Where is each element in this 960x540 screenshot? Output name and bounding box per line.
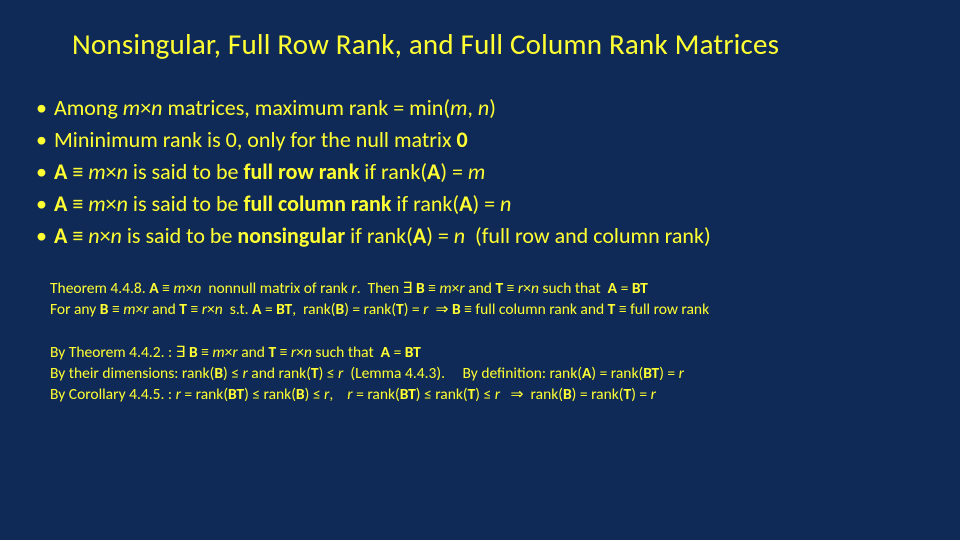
slide: Nonsingular, Full Row Rank, and Full Col… xyxy=(0,0,960,540)
theorem-block: Theorem 4.4.8. A ≡ m×n nonnull matrix of… xyxy=(50,279,924,321)
slide-title: Nonsingular, Full Row Rank, and Full Col… xyxy=(72,26,924,62)
list-item: A ≡ m×n is said to be full row rank if r… xyxy=(36,156,924,188)
proof-block: By Theorem 4.4.2. : ∃ B ≡ m×r and T ≡ r×… xyxy=(50,343,924,406)
list-item: A ≡ n×n is said to be nonsingular if ran… xyxy=(36,220,924,252)
bullet-list: Among m×n matrices, maximum rank = min(m… xyxy=(36,92,924,251)
list-item: A ≡ m×n is said to be full column rank i… xyxy=(36,188,924,220)
list-item: Mininimum rank is 0, only for the null m… xyxy=(36,124,924,156)
list-item: Among m×n matrices, maximum rank = min(m… xyxy=(36,92,924,124)
